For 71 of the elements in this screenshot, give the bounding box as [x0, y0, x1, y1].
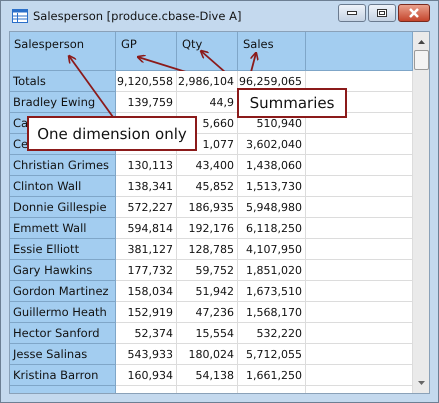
table-cell: 47,236 — [177, 302, 238, 323]
row-header: Hector Sanford — [10, 323, 116, 344]
table-cell: 5,712,055 — [238, 344, 306, 365]
table-cell: 152,919 — [116, 302, 177, 323]
table-cell: 52,374 — [116, 323, 177, 344]
arrow — [136, 54, 186, 73]
close-button[interactable] — [398, 4, 430, 22]
table-cell: 2,986,104 — [177, 71, 238, 92]
row-header: Gary Hawkins — [10, 260, 116, 281]
minimize-button[interactable] — [338, 4, 366, 22]
minimize-icon — [347, 11, 357, 15]
window-title: Salesperson [produce.cbase-Dive A] — [33, 9, 242, 23]
table-cell: 1,661,250 — [238, 365, 306, 386]
row-header: Bradley Ewing — [10, 92, 116, 113]
arrow — [199, 50, 226, 73]
table-cell: 532,220 — [238, 323, 306, 344]
table-cell: 3,602,040 — [238, 134, 306, 155]
maximize-button[interactable] — [368, 4, 396, 22]
table-cell: 5,948,980 — [238, 197, 306, 218]
table-cell: 1,513,730 — [238, 176, 306, 197]
column-header[interactable]: Qty — [177, 32, 238, 71]
table-cell: 1,673,510 — [238, 281, 306, 302]
table-cell: 51,942 — [177, 281, 238, 302]
callout-label: One dimension only — [27, 116, 197, 151]
row-header: Gordon Martinez — [10, 281, 116, 302]
table-cell: 180,024 — [177, 344, 238, 365]
table-cell: 543,933 — [116, 344, 177, 365]
table-cell: 594,814 — [116, 218, 177, 239]
row-header: Emmett Wall — [10, 218, 116, 239]
row-header: Totals — [10, 71, 116, 92]
table-cell: 192,176 — [177, 218, 238, 239]
column-header[interactable]: Salesperson — [10, 32, 116, 71]
table-cell: 9,120,558 — [116, 71, 177, 92]
table-cell: 139,759 — [116, 92, 177, 113]
table-cell: 54,138 — [177, 365, 238, 386]
row-header: Essie Elliott — [10, 239, 116, 260]
row-header: Jesse Salinas — [10, 344, 116, 365]
row-header: Kristina Barron — [10, 365, 116, 386]
table-cell: 6,118,250 — [238, 218, 306, 239]
maximize-icon — [377, 9, 387, 17]
table-cell: 1,851,020 — [238, 260, 306, 281]
table-cell: 572,227 — [116, 197, 177, 218]
table-cell: 138,341 — [116, 176, 177, 197]
scroll-up-icon[interactable] — [418, 40, 424, 44]
table-cell: 130,113 — [116, 155, 177, 176]
table-cell: 15,554 — [177, 323, 238, 344]
table-cell: 43,400 — [177, 155, 238, 176]
scroll-down-icon[interactable] — [418, 381, 424, 385]
table-cell: 59,752 — [177, 260, 238, 281]
scrollbar[interactable] — [413, 32, 429, 393]
arrow — [250, 51, 259, 72]
table-cell: 160,934 — [116, 365, 177, 386]
row-header: Donnie Gillespie — [10, 197, 116, 218]
table-cell: 1,568,170 — [238, 302, 306, 323]
close-icon — [408, 8, 420, 18]
row-header: Christian Grimes — [10, 155, 116, 176]
table-cell: 1,438,060 — [238, 155, 306, 176]
column-header[interactable]: Sales — [238, 32, 306, 71]
column-header[interactable]: GP — [116, 32, 177, 71]
scroll-thumb[interactable] — [414, 50, 428, 70]
table-cell: 158,034 — [116, 281, 177, 302]
row-header: Clinton Wall — [10, 176, 116, 197]
row-header: Guillermo Heath — [10, 302, 116, 323]
table-cell: 45,852 — [177, 176, 238, 197]
table-cell: 381,127 — [116, 239, 177, 260]
table-cell: 177,732 — [116, 260, 177, 281]
table-cell: 4,107,950 — [238, 239, 306, 260]
table-cell: 186,935 — [177, 197, 238, 218]
table-cell: 128,785 — [177, 239, 238, 260]
table-icon — [12, 9, 28, 23]
callout-label: Summaries — [237, 88, 347, 118]
